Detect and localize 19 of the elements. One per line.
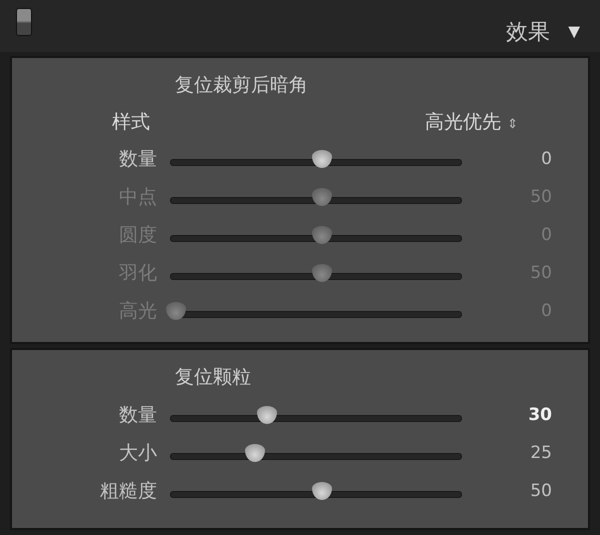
section-title[interactable]: 复位裁剪后暗角 <box>175 72 308 98</box>
panel-title: 效果 <box>506 19 550 47</box>
section-title[interactable]: 复位颗粒 <box>175 364 251 390</box>
slider-label: 粗糙度 <box>99 479 158 504</box>
slider-label: 数量 <box>118 403 158 428</box>
slider-label: 数量 <box>118 147 158 172</box>
slider-thumb[interactable] <box>257 406 278 424</box>
slider-value[interactable]: 0 <box>472 149 552 169</box>
slider-label: 大小 <box>118 441 158 466</box>
slider-value[interactable]: 50 <box>472 481 552 501</box>
slider-thumb[interactable] <box>245 444 266 462</box>
style-label: 样式 <box>112 110 151 135</box>
slider-value[interactable]: 25 <box>472 443 552 463</box>
collapse-button[interactable]: ▼ <box>550 20 584 44</box>
panel-toggle-icon[interactable] <box>16 8 32 36</box>
slider-thumb[interactable] <box>312 150 332 168</box>
slider-value[interactable]: 30 <box>472 405 552 425</box>
slider-thumb[interactable] <box>312 482 332 500</box>
style-dropdown[interactable]: 高光优先 ⇕ <box>425 109 518 135</box>
